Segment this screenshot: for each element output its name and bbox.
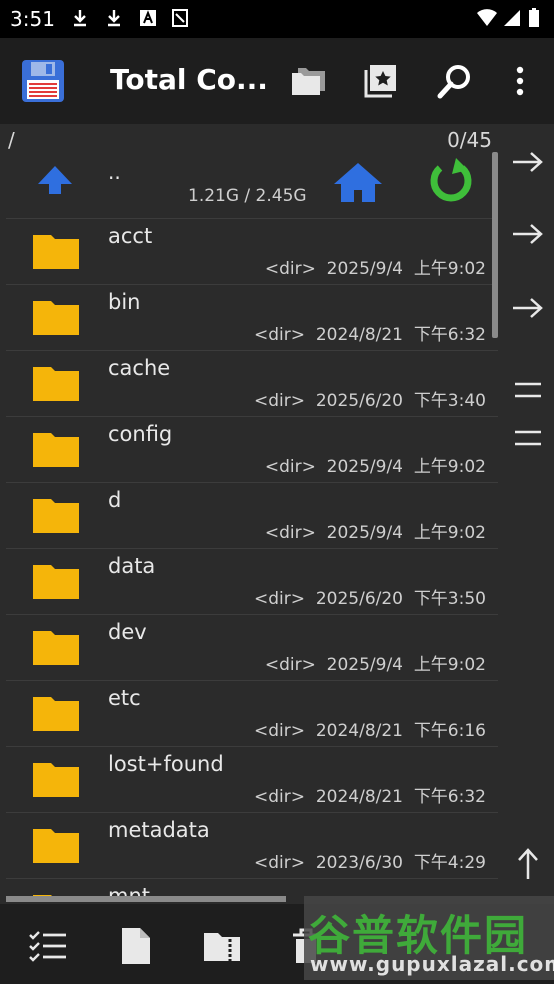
send-right-arrow-icon[interactable] xyxy=(510,290,546,326)
list-item[interactable]: bin <dir> 2024/8/21 下午6:32 xyxy=(6,284,498,351)
new-file-icon[interactable] xyxy=(114,924,158,968)
file-meta: <dir> 2025/6/20 下午3:40 xyxy=(254,391,486,411)
watermark-url: www.gupuxlazal.com xyxy=(310,952,554,976)
file-name: metadata xyxy=(108,818,210,842)
file-name: d xyxy=(108,488,122,512)
file-meta: <dir> 2025/9/4 上午9:02 xyxy=(264,523,486,543)
download-icon xyxy=(104,8,124,28)
toolbar: Total Co... xyxy=(0,38,554,124)
file-meta: <dir> 2023/6/30 下午4:29 xyxy=(254,853,486,873)
file-meta: <dir> 2025/9/4 上午9:02 xyxy=(264,259,486,279)
file-meta: <dir> 2024/8/21 下午6:32 xyxy=(254,325,486,345)
file-name: data xyxy=(108,554,156,578)
list-item[interactable]: mnt xyxy=(6,878,498,896)
select-list-icon[interactable] xyxy=(26,924,70,968)
file-list[interactable]: acct <dir> 2025/9/4 上午9:02 bin <dir> 202… xyxy=(0,150,500,896)
selection-count: 0/45 xyxy=(447,128,492,152)
status-time: 3:51 xyxy=(10,7,55,31)
favorites-icon[interactable] xyxy=(358,58,404,104)
folder-icon xyxy=(32,760,80,798)
folder-icon xyxy=(32,364,80,402)
file-name: mnt xyxy=(108,884,150,896)
file-meta: <dir> 2024/8/21 下午6:16 xyxy=(254,721,486,741)
file-meta: <dir> 2025/9/4 上午9:02 xyxy=(264,655,486,675)
list-item[interactable]: data <dir> 2025/6/20 下午3:50 xyxy=(6,548,498,615)
list-item[interactable]: lost+found <dir> 2024/8/21 下午6:32 xyxy=(6,746,498,813)
file-meta: <dir> 2024/8/21 下午6:32 xyxy=(254,787,486,807)
move-right-arrow-icon[interactable] xyxy=(510,216,546,252)
list-item[interactable]: etc <dir> 2024/8/21 下午6:16 xyxy=(6,680,498,747)
battery-icon xyxy=(528,8,542,28)
wifi-icon xyxy=(476,8,497,28)
list-item[interactable]: cache <dir> 2025/6/20 下午3:40 xyxy=(6,350,498,417)
file-name: bin xyxy=(108,290,141,314)
folder-icon xyxy=(32,694,80,732)
signal-icon xyxy=(502,8,522,28)
equal-compare-icon[interactable] xyxy=(510,372,546,408)
file-name: config xyxy=(108,422,173,446)
folder-icon xyxy=(32,232,80,270)
folder-icon xyxy=(32,496,80,534)
app-a-icon xyxy=(138,8,158,28)
list-item[interactable]: d <dir> 2025/9/4 上午9:02 xyxy=(6,482,498,549)
folder-icon xyxy=(32,298,80,336)
folder-icon xyxy=(32,430,80,468)
current-path[interactable]: / xyxy=(8,128,15,152)
more-menu-icon[interactable] xyxy=(497,58,543,104)
sim-icon xyxy=(170,8,190,28)
zip-folder-icon[interactable] xyxy=(200,924,244,968)
file-name: acct xyxy=(108,224,153,248)
file-meta: <dir> 2025/9/4 上午9:02 xyxy=(264,457,486,477)
watermark: 谷普软件园 www.gupuxlazal.com xyxy=(304,896,554,980)
file-meta: <dir> 2025/6/20 下午3:50 xyxy=(254,589,486,609)
status-bar: 3:51 xyxy=(0,0,554,38)
list-item[interactable]: metadata <dir> 2023/6/30 下午4:29 xyxy=(6,812,498,879)
search-icon[interactable] xyxy=(432,58,478,104)
folders-icon[interactable] xyxy=(286,58,332,104)
list-item[interactable]: acct <dir> 2025/9/4 上午9:02 xyxy=(6,218,498,285)
copy-right-arrow-icon[interactable] xyxy=(510,144,546,180)
file-name: etc xyxy=(108,686,141,710)
folder-icon xyxy=(32,562,80,600)
download-icon xyxy=(70,8,90,28)
app-title: Total Co... xyxy=(110,63,268,96)
file-name: dev xyxy=(108,620,147,644)
app-logo-icon[interactable] xyxy=(18,56,68,106)
equal-sync-icon[interactable] xyxy=(510,420,546,456)
file-name: cache xyxy=(108,356,171,380)
horizontal-scrollbar[interactable] xyxy=(6,896,286,902)
vertical-scrollbar[interactable] xyxy=(492,152,498,338)
folder-icon xyxy=(32,628,80,666)
file-name: lost+found xyxy=(108,752,224,776)
list-item[interactable]: config <dir> 2025/9/4 上午9:02 xyxy=(6,416,498,483)
folder-icon xyxy=(32,826,80,864)
list-item[interactable]: dev <dir> 2025/9/4 上午9:02 xyxy=(6,614,498,681)
scroll-up-arrow-icon[interactable] xyxy=(510,846,546,882)
